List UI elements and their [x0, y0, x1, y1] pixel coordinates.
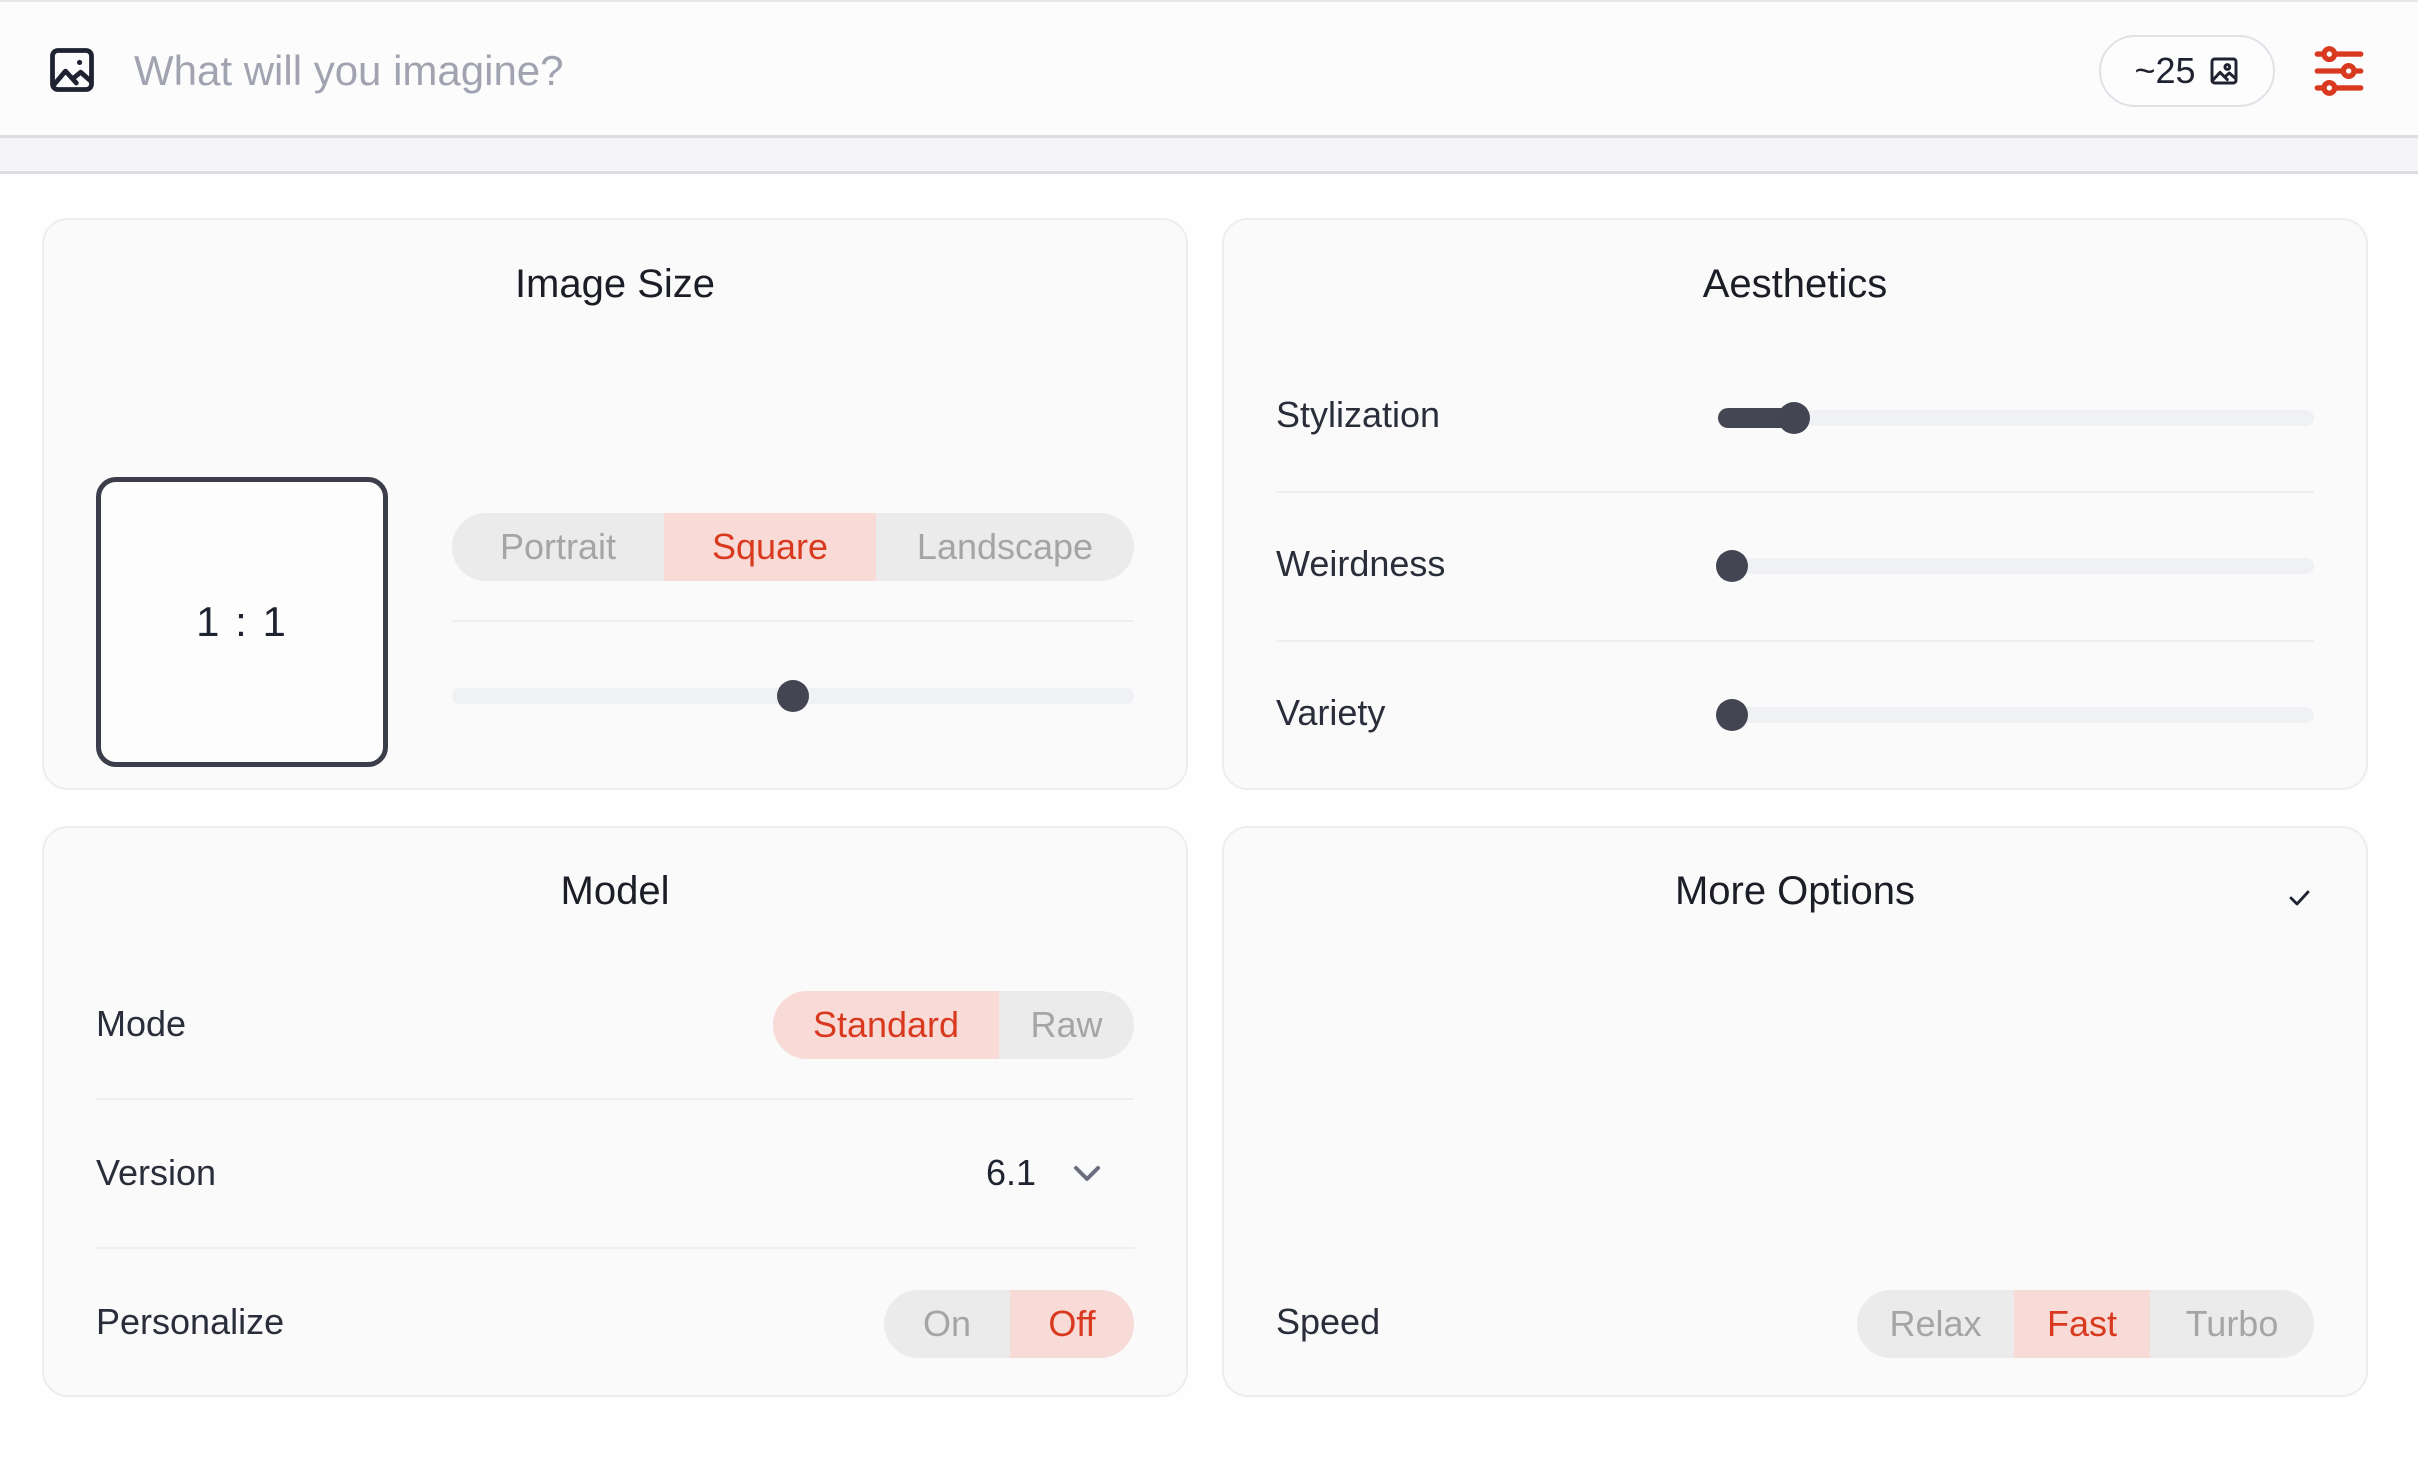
- variety-label: Variety: [1276, 692, 1386, 733]
- image-size-title: Image Size: [514, 262, 716, 306]
- weirdness-label: Weirdness: [1276, 543, 1446, 584]
- image-icon: [2210, 57, 2237, 85]
- divider: [96, 1247, 1134, 1249]
- aspect-ratio-label: 1 : 1: [196, 598, 288, 645]
- speed-toggle: Relax Fast Turbo: [1857, 1290, 2314, 1358]
- version-label: Version: [96, 1152, 217, 1193]
- divider: [1276, 640, 2314, 642]
- speed-label: Speed: [1276, 1301, 1381, 1342]
- more-options-title[interactable]: More Options: [1222, 869, 2368, 914]
- credits-count: ~25: [2134, 50, 2196, 91]
- check-icon[interactable]: [2286, 886, 2314, 910]
- mode-standard[interactable]: Standard: [773, 991, 999, 1059]
- image-icon[interactable]: [46, 44, 98, 96]
- header-divider-band: [0, 138, 2418, 174]
- mode-toggle: Standard Raw: [773, 991, 1134, 1059]
- slider-thumb[interactable]: [1716, 550, 1748, 582]
- divider: [96, 1098, 1134, 1100]
- stylization-label: Stylization: [1276, 394, 1441, 435]
- slider-thumb[interactable]: [1716, 699, 1748, 731]
- stylization-slider[interactable]: [1718, 402, 2314, 434]
- personalize-on[interactable]: On: [884, 1290, 1010, 1358]
- speed-fast[interactable]: Fast: [2014, 1290, 2150, 1358]
- credits-badge[interactable]: ~25: [2099, 35, 2275, 107]
- personalize-off[interactable]: Off: [1010, 1290, 1134, 1358]
- mode-raw[interactable]: Raw: [999, 991, 1134, 1059]
- version-select[interactable]: 6.1: [986, 1152, 1036, 1194]
- divider: [452, 620, 1134, 622]
- aesthetics-title: Aesthetics: [1702, 262, 1888, 306]
- aspect-ratio-slider[interactable]: [452, 680, 1134, 712]
- orientation-portrait[interactable]: Portrait: [452, 513, 664, 581]
- aspect-ratio-preview: 1 : 1: [96, 477, 388, 767]
- speed-relax[interactable]: Relax: [1857, 1290, 2014, 1358]
- orientation-toggle: Portrait Square Landscape: [452, 513, 1134, 581]
- speed-turbo[interactable]: Turbo: [2150, 1290, 2314, 1358]
- personalize-label: Personalize: [96, 1301, 285, 1342]
- divider: [1276, 491, 2314, 493]
- slider-thumb[interactable]: [777, 680, 809, 712]
- orientation-square[interactable]: Square: [664, 513, 876, 581]
- personalize-toggle: On Off: [884, 1290, 1134, 1358]
- prompt-input[interactable]: [134, 36, 2034, 106]
- mode-label: Mode: [96, 1003, 187, 1044]
- chevron-down-icon[interactable]: [1072, 1164, 1102, 1184]
- weirdness-slider[interactable]: [1716, 550, 2314, 582]
- prompt-bar: ~25: [0, 0, 2418, 138]
- sliders-icon[interactable]: [2310, 42, 2368, 100]
- orientation-landscape[interactable]: Landscape: [876, 513, 1134, 581]
- model-title: Model: [560, 869, 670, 913]
- variety-slider[interactable]: [1716, 699, 2314, 731]
